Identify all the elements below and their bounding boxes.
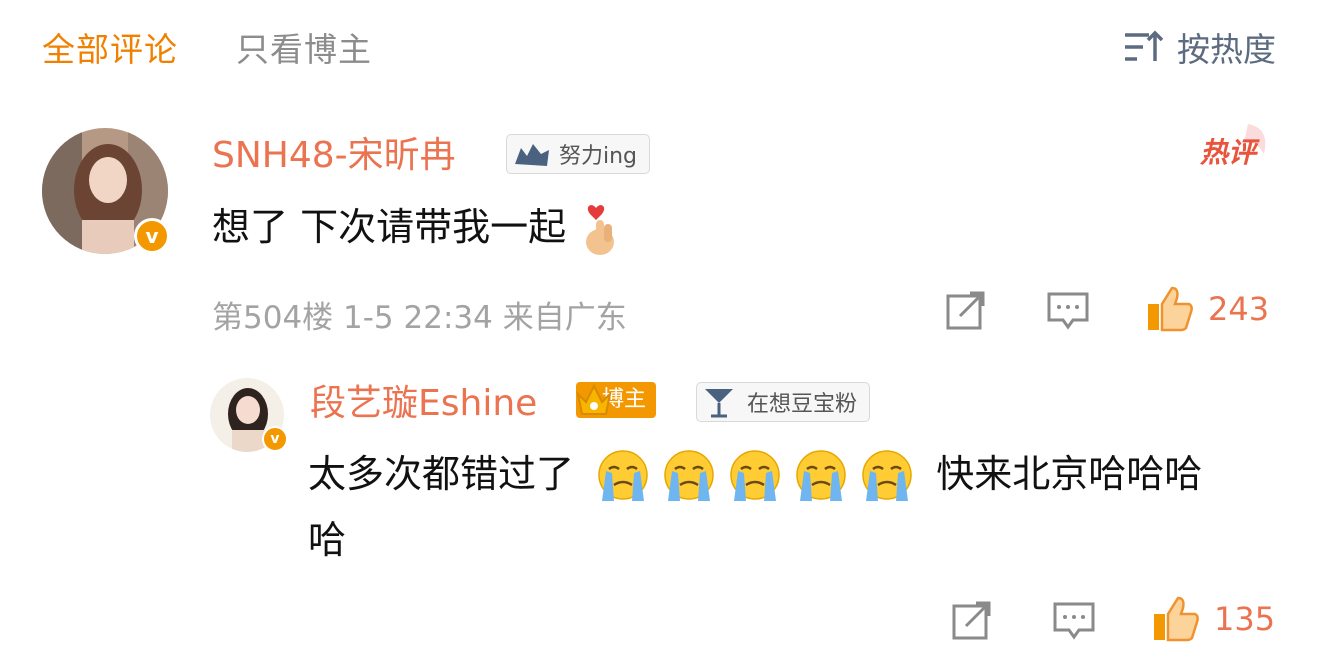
comment-text-content: 想了 下次请带我一起 [212,205,567,249]
reply-avatar[interactable]: v [210,378,288,452]
repost-button[interactable] [946,290,986,330]
reply-text-part1: 太多次都错过了 [308,452,575,496]
hot-comment-label: 热评 [1199,136,1260,169]
comment-username[interactable]: SNH48-宋昕冉 [212,134,456,178]
tab-all-comments[interactable]: 全部评论 [42,23,178,71]
user-badge[interactable]: 努力ing [506,134,651,174]
reply-text-line2: 哈 [308,518,347,562]
crying-face-emoji [796,449,846,501]
user-badge-label: 努力ing [559,144,638,169]
comment-icon [1053,602,1095,640]
comment-icon [1047,292,1089,330]
reply-text: 太多次都错过了 快来北京哈哈哈 [308,444,1202,505]
reply-like-count: 135 [1214,600,1276,638]
reply-text-part2: 快来北京哈哈哈 [936,452,1203,496]
cocktail-icon [705,389,733,418]
comment-meta: 第504楼 1-5 22:34 来自广东 [212,300,627,336]
sort-icon [1125,30,1163,61]
crying-face-emoji [664,449,714,501]
avatar[interactable]: v [42,128,170,254]
sort-label: 按热度 [1177,30,1276,69]
crying-face-emoji [862,449,912,501]
fan-badge-label: 在想豆宝粉 [747,392,858,417]
fan-badge[interactable]: 在想豆宝粉 [696,382,871,422]
repost-icon [952,601,991,640]
blogger-badge: 博主 [576,382,657,418]
reply-username[interactable]: 段艺璇Eshine [310,382,537,426]
like-button[interactable]: 243 [1146,286,1269,332]
crying-face-emoji [598,449,648,501]
finger-heart-emoji [586,204,615,255]
repost-icon [946,291,985,330]
reply-repost-button[interactable] [952,600,992,640]
crying-face-emoji [730,449,780,501]
reply-button[interactable] [1047,292,1089,332]
tab-owner-only[interactable]: 只看博主 [236,23,372,71]
verified-badge-icon: v [134,218,170,254]
reply-like-button[interactable]: 135 [1152,596,1275,642]
verified-badge-icon: v [262,426,288,452]
reply-reply-button[interactable] [1053,602,1095,642]
thumbs-up-icon [1148,286,1193,332]
sort-by-hot-button[interactable]: 按热度 [1123,22,1276,72]
like-count: 243 [1208,290,1270,328]
comment-text: 想了 下次请带我一起 [212,200,622,258]
crown-icon [576,383,612,415]
fan-badge-icon [515,144,549,166]
hot-comment-tag: 热评 [1198,120,1272,176]
comment-tabs: 全部评论 只看博主 [42,22,430,72]
thumbs-up-icon [1154,596,1199,642]
crying-emoji-row [586,449,916,501]
